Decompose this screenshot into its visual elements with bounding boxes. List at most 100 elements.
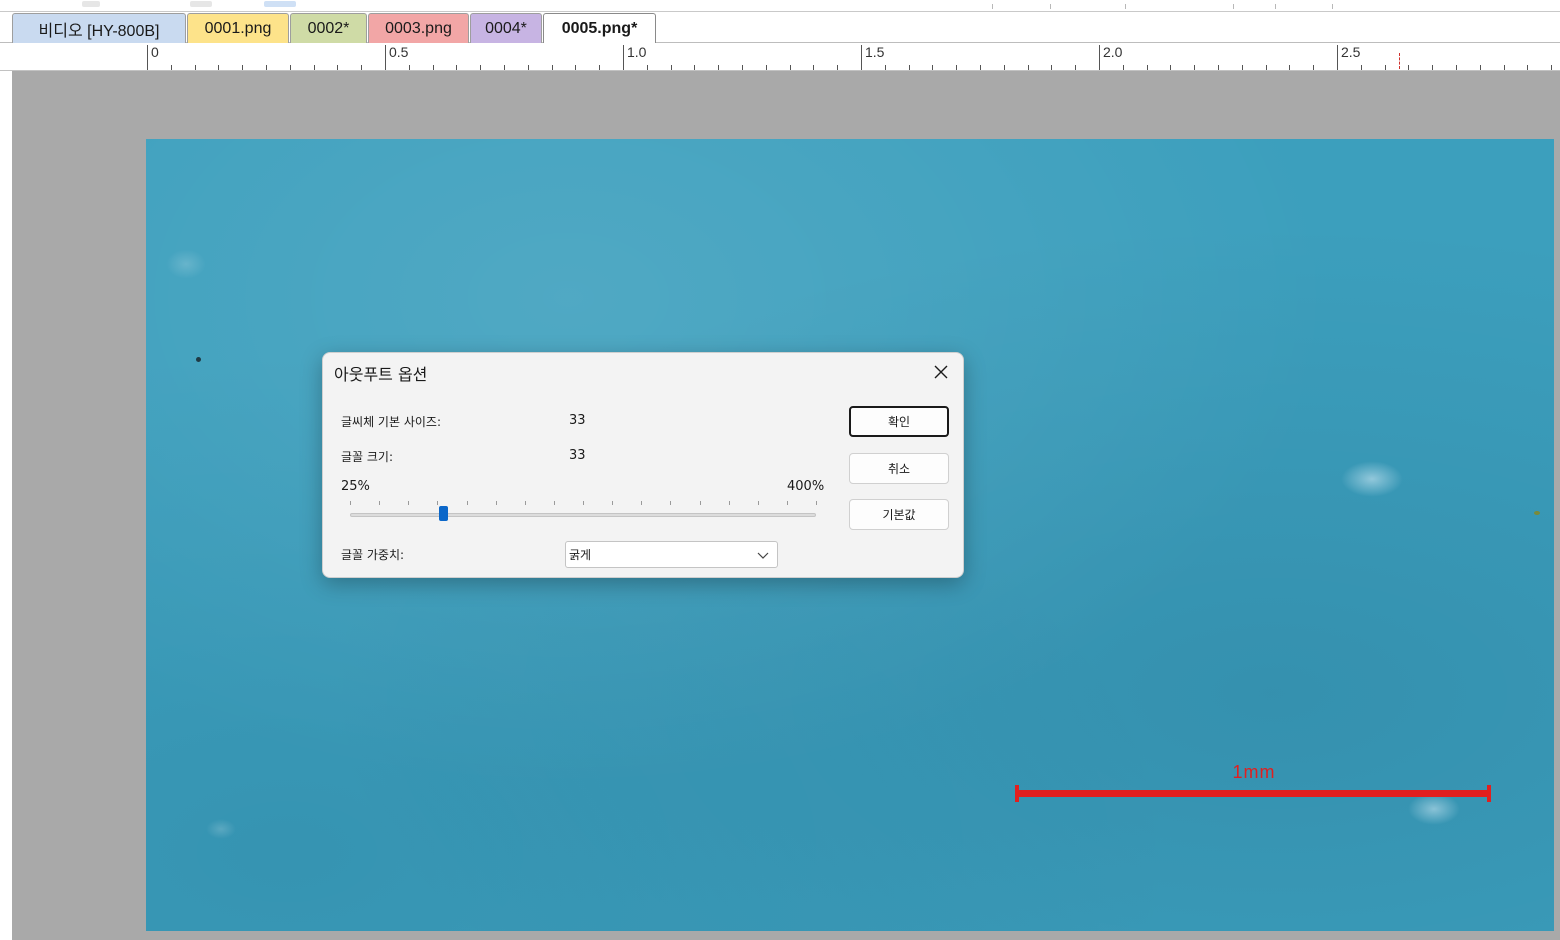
top-toolbar-strip (0, 0, 1560, 12)
ruler-label: 1.5 (861, 45, 884, 70)
toolbar-divider (1125, 4, 1126, 9)
ruler-tick (766, 65, 767, 70)
tab-0001[interactable]: 0001.png (187, 13, 289, 43)
ruler-tick (1408, 65, 1409, 70)
ruler-tick (1361, 65, 1362, 70)
ok-button-label: 확인 (887, 415, 911, 429)
tab-label: 0003.png (385, 19, 452, 37)
ruler-tick (552, 65, 553, 70)
ruler-tick (1147, 65, 1148, 70)
ruler-tick (1051, 65, 1052, 70)
font-weight-selected-value: 굵게 (569, 548, 592, 562)
ruler-tick (218, 65, 219, 70)
cancel-button-label: 취소 (887, 462, 911, 476)
ruler-tick (266, 65, 267, 70)
ruler-label: 0 (147, 45, 159, 70)
ruler-tick (1218, 65, 1219, 70)
close-button[interactable] (927, 359, 955, 385)
ruler-tick (909, 65, 910, 70)
toolbar-divider (1233, 4, 1234, 9)
tab-0004[interactable]: 0004* (470, 13, 542, 43)
ruler-tick (409, 65, 410, 70)
font-size-slider-track[interactable] (350, 513, 816, 517)
tab-label: 0004* (485, 19, 527, 37)
slider-tick (379, 501, 380, 505)
image-speck (1408, 793, 1460, 825)
ruler-tick (171, 65, 172, 70)
slider-tick (641, 501, 642, 505)
ruler-label: 1.0 (623, 45, 646, 70)
ruler-tick (718, 65, 719, 70)
document-tab-bar: 비디오 [HY-800B] 0001.png 0002* 0003.png 00… (0, 12, 1560, 44)
toolbar-remnant (82, 1, 100, 7)
ruler-tick (1266, 65, 1267, 70)
scale-bar[interactable] (1015, 785, 1491, 802)
font-weight-label: 글꼴 가중치: (341, 548, 405, 562)
tab-0002[interactable]: 0002* (290, 13, 367, 43)
ruler-tick (1004, 65, 1005, 70)
font-size-value: 33 (569, 448, 586, 463)
slider-tick (729, 501, 730, 505)
tab-label: 0005.png* (561, 20, 638, 37)
ruler-position-marker (1399, 53, 1400, 69)
image-speck (196, 357, 201, 362)
slider-tick (583, 501, 584, 505)
ruler-tick (337, 65, 338, 70)
tab-label: 0001.png (204, 19, 272, 37)
slider-tick (612, 501, 613, 505)
scale-bar-label: 1mm (1232, 762, 1276, 782)
scale-bar-left-cap (1015, 785, 1019, 802)
slider-tick (787, 501, 788, 505)
tab-0003[interactable]: 0003.png (368, 13, 469, 43)
close-icon (934, 365, 948, 379)
ruler-tick (599, 65, 600, 70)
cancel-button[interactable]: 취소 (849, 453, 949, 484)
ruler-tick (1551, 65, 1552, 70)
ruler-tick (932, 65, 933, 70)
ruler-tick (456, 65, 457, 70)
ruler-tick (980, 65, 981, 70)
tab-0005[interactable]: 0005.png* (543, 13, 656, 44)
toolbar-divider (992, 4, 993, 9)
workspace-left-margin (0, 71, 12, 940)
image-speck (206, 819, 236, 839)
ruler-tick (1480, 65, 1481, 70)
ruler-tick (813, 65, 814, 70)
ruler-tick (837, 65, 838, 70)
ruler-tick (433, 65, 434, 70)
slider-tick (816, 501, 817, 505)
slider-tick (758, 501, 759, 505)
ruler-label: 2.5 (1337, 45, 1360, 70)
ok-button[interactable]: 확인 (849, 406, 949, 437)
output-options-dialog: 아웃푸트 옵션 글씨체 기본 사이즈: 33 글꼴 크기: 33 25% 400… (322, 352, 964, 578)
toolbar-divider (1050, 4, 1051, 9)
font-weight-select[interactable]: 굵게 (565, 541, 778, 568)
ruler-tick (1504, 65, 1505, 70)
default-button[interactable]: 기본값 (849, 499, 949, 530)
dialog-title: 아웃푸트 옵션 (334, 365, 428, 384)
ruler-tick (1170, 65, 1171, 70)
slider-tick (437, 501, 438, 505)
image-speck (1341, 461, 1403, 497)
ruler-tick (694, 65, 695, 70)
ruler-tick (1194, 65, 1195, 70)
ruler-tick (647, 65, 648, 70)
ruler-tick (1028, 65, 1029, 70)
ruler-label: 0.5 (385, 45, 408, 70)
ruler-tick (885, 65, 886, 70)
slider-tick (525, 501, 526, 505)
tab-video-hy800b[interactable]: 비디오 [HY-800B] (12, 13, 186, 43)
toolbar-remnant (190, 1, 212, 7)
toolbar-remnant (264, 1, 296, 7)
base-font-size-value: 33 (569, 413, 586, 428)
font-size-slider-thumb[interactable] (439, 506, 448, 521)
toolbar-divider (1332, 4, 1333, 9)
slider-tick (670, 501, 671, 505)
base-font-size-label: 글씨체 기본 사이즈: (341, 415, 441, 429)
ruler-tick (1385, 65, 1386, 70)
ruler-tick (671, 65, 672, 70)
slider-min-label: 25% (341, 479, 370, 494)
ruler-tick (361, 65, 362, 70)
image-speck (166, 249, 206, 279)
slider-max-label: 400% (787, 479, 825, 494)
